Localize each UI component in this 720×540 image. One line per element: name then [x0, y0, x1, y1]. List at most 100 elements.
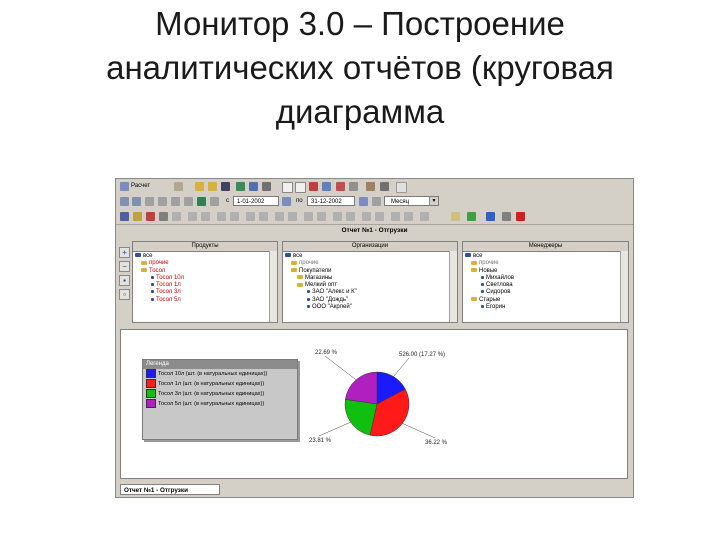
- slice-label: 23.81 %: [309, 438, 332, 444]
- orgs-scrollbar[interactable]: [449, 251, 457, 322]
- format-icon[interactable]: [275, 212, 284, 221]
- delete-icon[interactable]: [309, 182, 318, 191]
- table-view-icon[interactable]: [120, 212, 129, 221]
- legend-item: Тосол 5л (шт. (в натуральных единицах)): [143, 399, 297, 409]
- managers-tree: все прочие Новые Михайлов Светлова Сидор…: [463, 252, 628, 311]
- tree-node[interactable]: Новые: [465, 268, 628, 275]
- line-view-icon[interactable]: [159, 212, 168, 221]
- tree-node[interactable]: прочие: [285, 260, 457, 267]
- legend-swatch: [146, 379, 156, 389]
- new-document-icon[interactable]: [282, 182, 293, 193]
- tree-node[interactable]: Егорин: [465, 304, 628, 311]
- help-icon[interactable]: [396, 182, 407, 193]
- refresh-icon[interactable]: [420, 212, 429, 221]
- group-icon[interactable]: [259, 212, 268, 221]
- open-folder-icon[interactable]: [195, 182, 204, 191]
- slice-label: 22.69 %: [315, 350, 338, 356]
- flag-icon[interactable]: [516, 212, 525, 221]
- expand-icon[interactable]: [171, 197, 180, 206]
- tree-node[interactable]: все: [285, 253, 457, 260]
- globe-icon[interactable]: [197, 197, 206, 206]
- excel-icon[interactable]: [236, 182, 245, 191]
- tree-node[interactable]: ЗАО "Алекс и К": [285, 289, 457, 296]
- check-icon[interactable]: [467, 212, 476, 221]
- slice-label: 36.22 %: [425, 440, 448, 446]
- tree-node[interactable]: прочие: [465, 260, 628, 267]
- legend: Легенда Тосол 10л (шт. (в натуральных ед…: [142, 359, 298, 440]
- managers-scrollbar[interactable]: [620, 251, 628, 322]
- table-icon[interactable]: [322, 182, 331, 191]
- export-icon[interactable]: [391, 212, 400, 221]
- grid-icon[interactable]: [349, 182, 358, 191]
- calendar-from-icon[interactable]: [282, 197, 291, 206]
- bar-view-icon[interactable]: [146, 212, 155, 221]
- tree-node[interactable]: прочие: [135, 260, 277, 267]
- calendar-to-icon[interactable]: [359, 197, 368, 206]
- pencil-icon[interactable]: [174, 182, 183, 191]
- filter-small-icon[interactable]: ▫: [119, 289, 130, 300]
- fit-icon[interactable]: [317, 212, 326, 221]
- tree-icon[interactable]: [145, 197, 154, 206]
- forward-icon[interactable]: [132, 197, 141, 206]
- date-to-field[interactable]: 31-12-2002: [307, 196, 355, 206]
- print-icon[interactable]: [262, 182, 271, 191]
- chevron-down-icon[interactable]: ▼: [429, 197, 438, 205]
- save-icon[interactable]: [221, 182, 230, 191]
- tree-node[interactable]: Тосол 3л: [135, 289, 277, 296]
- tree-node[interactable]: Старые: [465, 297, 628, 304]
- tree-node[interactable]: все: [465, 253, 628, 260]
- side-buttons: + − ▪ ▫: [119, 247, 130, 303]
- filter-column-icon[interactable]: [246, 212, 255, 221]
- tree-node[interactable]: все: [135, 253, 277, 260]
- columns-icon[interactable]: [333, 212, 342, 221]
- tree-node[interactable]: Сидоров: [465, 289, 628, 296]
- calculate-icon[interactable]: [120, 182, 129, 191]
- add-icon[interactable]: +: [119, 247, 130, 258]
- mail-icon[interactable]: [249, 182, 258, 191]
- tree-node[interactable]: Тосол: [135, 268, 277, 275]
- orgs-panel: Организации все прочие Покупатели Магази…: [282, 241, 458, 323]
- average-icon[interactable]: [230, 212, 239, 221]
- pointer-icon[interactable]: [502, 212, 511, 221]
- report-tab[interactable]: Отчет №1 - Отгрузки: [120, 484, 220, 495]
- tools-icon[interactable]: [380, 182, 389, 191]
- tree-node[interactable]: Михайлов: [465, 275, 628, 282]
- folder-icon[interactable]: [208, 182, 217, 191]
- pie-view-icon[interactable]: [133, 212, 142, 221]
- tree-node[interactable]: Тосол 1л: [135, 282, 277, 289]
- swap-icon[interactable]: [362, 212, 371, 221]
- font-icon[interactable]: [288, 212, 297, 221]
- tree-node[interactable]: Мелкий опт: [285, 282, 457, 289]
- products-scrollbar[interactable]: [269, 251, 277, 322]
- import-icon[interactable]: [404, 212, 413, 221]
- list-icon[interactable]: [158, 197, 167, 206]
- rows-icon[interactable]: [346, 212, 355, 221]
- period-icon[interactable]: [372, 197, 381, 206]
- settings-icon[interactable]: [210, 197, 219, 206]
- back-icon[interactable]: [120, 197, 129, 206]
- tree-node[interactable]: Тосол 5л: [135, 297, 277, 304]
- filter-icon[interactable]: [366, 182, 375, 191]
- grid-view-icon[interactable]: [172, 212, 181, 221]
- tree-node[interactable]: ЗАО "Дождь": [285, 297, 457, 304]
- date-from-field[interactable]: 1-01-2002: [233, 196, 279, 206]
- sum-icon[interactable]: [217, 212, 226, 221]
- collapse-icon[interactable]: [184, 197, 193, 206]
- chart-icon[interactable]: [336, 182, 345, 191]
- properties-icon[interactable]: ▪: [119, 275, 130, 286]
- copy-icon[interactable]: [295, 182, 306, 193]
- tree-node[interactable]: Светлова: [465, 282, 628, 289]
- tree-node[interactable]: ООО "Акрлей": [285, 304, 457, 311]
- remove-icon[interactable]: −: [119, 261, 130, 272]
- period-select[interactable]: Месяц ▼: [384, 196, 439, 206]
- sort-desc-icon[interactable]: [201, 212, 210, 221]
- note-icon[interactable]: [451, 212, 460, 221]
- chart-3d-icon[interactable]: [375, 212, 384, 221]
- tree-node[interactable]: Покупатели: [285, 268, 457, 275]
- tree-node[interactable]: Тосол 10л: [135, 275, 277, 282]
- date-from-label: с: [226, 198, 229, 204]
- undo-icon[interactable]: [486, 212, 495, 221]
- raschet-button[interactable]: Расчет: [131, 182, 150, 191]
- zoom-icon[interactable]: [304, 212, 313, 221]
- sort-asc-icon[interactable]: [188, 212, 197, 221]
